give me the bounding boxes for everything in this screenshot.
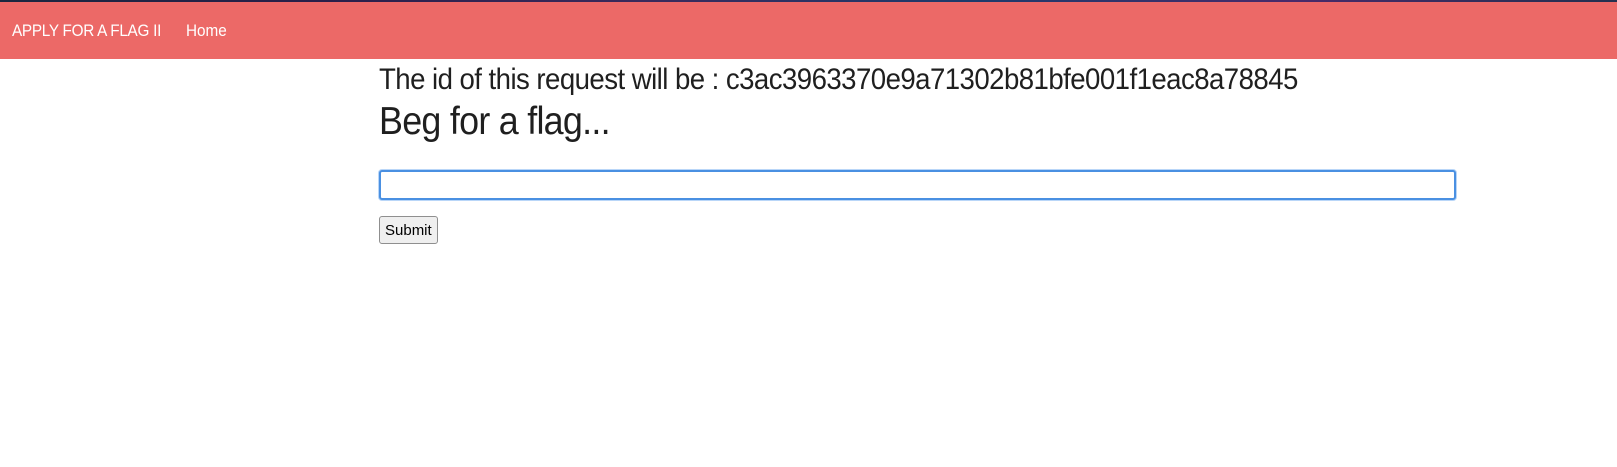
main-content: The id of this request will be : c3ac396… bbox=[379, 59, 1459, 244]
flag-request-input[interactable] bbox=[379, 170, 1456, 200]
nav-link-home[interactable]: Home bbox=[186, 21, 227, 41]
flag-request-form: Submit bbox=[379, 170, 1459, 244]
navbar-brand[interactable]: APPLY FOR A FLAG II bbox=[12, 21, 161, 41]
request-id-text: The id of this request will be : c3ac396… bbox=[379, 63, 1298, 96]
submit-button[interactable]: Submit bbox=[379, 216, 438, 244]
page-title: Beg for a flag... bbox=[379, 100, 611, 143]
top-navbar: APPLY FOR A FLAG II Home bbox=[0, 2, 1617, 59]
